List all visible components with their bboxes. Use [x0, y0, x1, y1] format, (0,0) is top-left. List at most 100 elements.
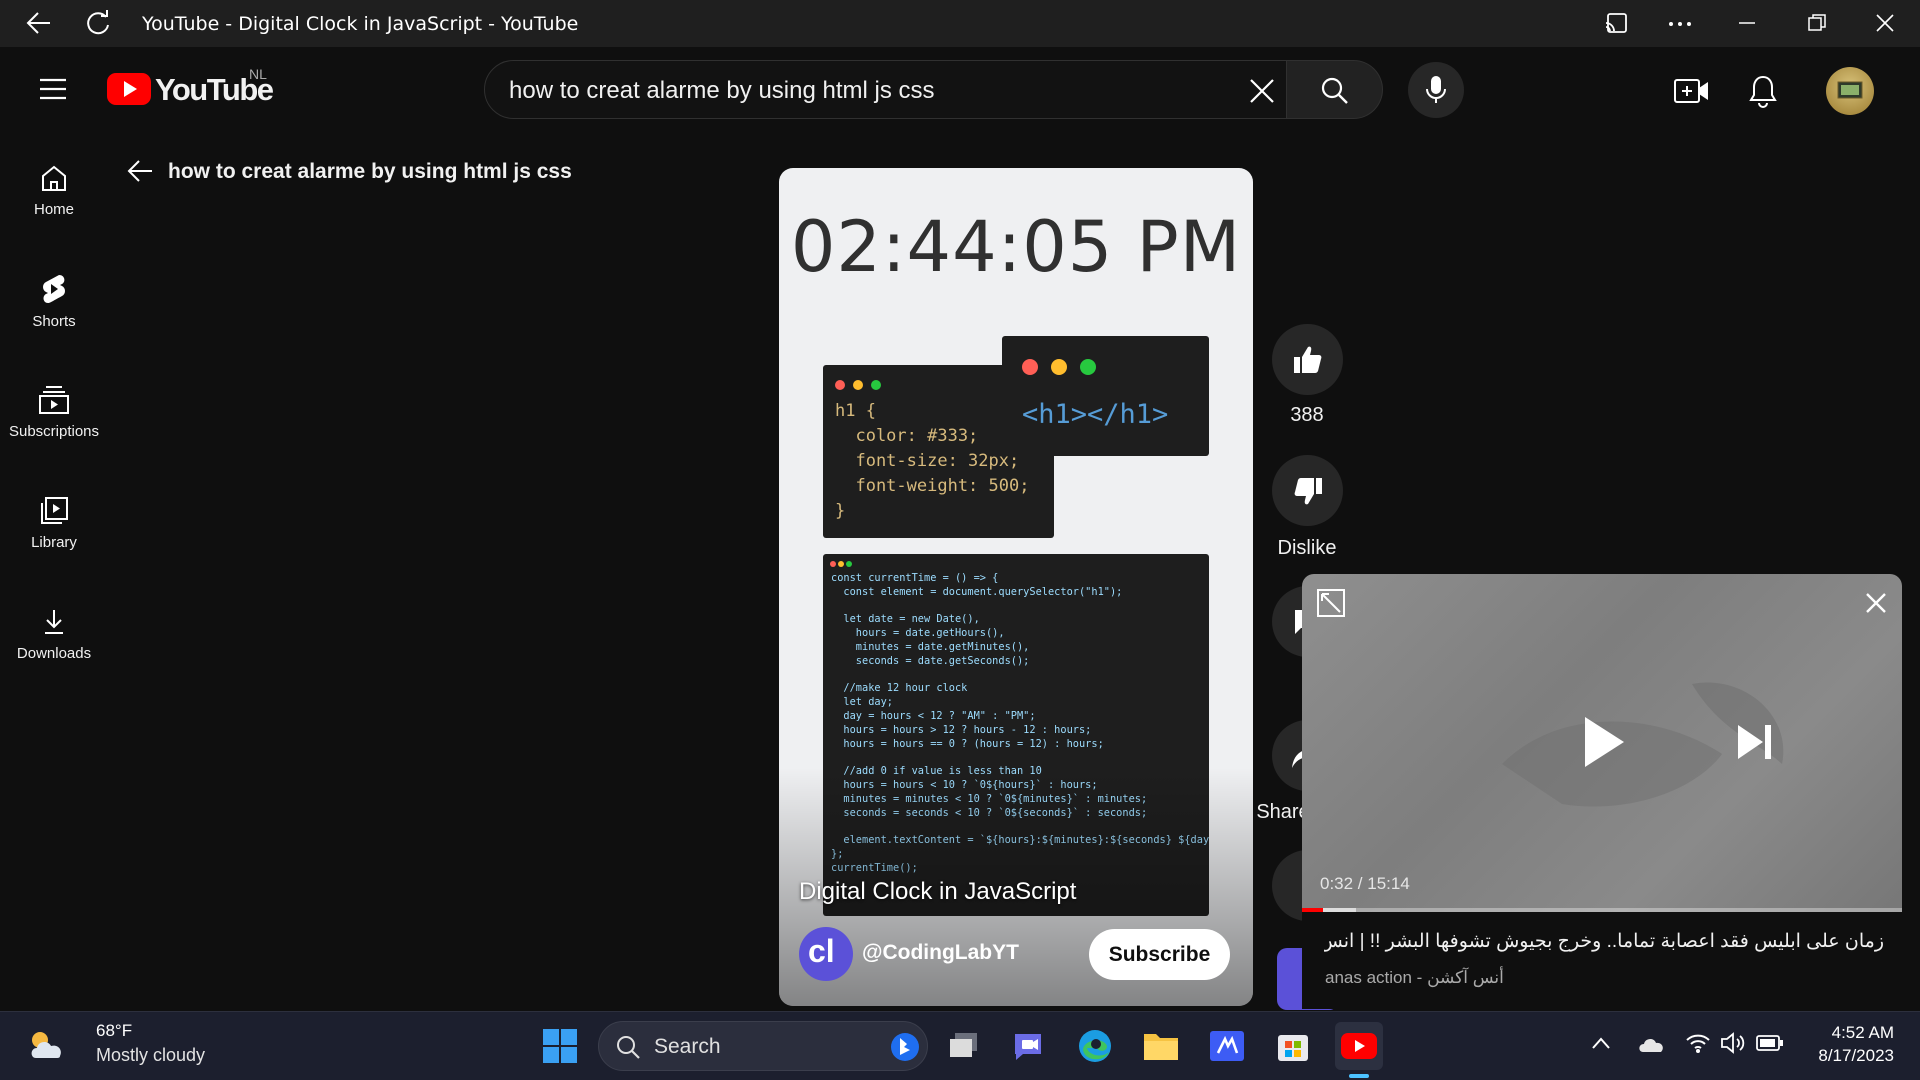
minimize-icon[interactable]: [1735, 11, 1759, 35]
masthead: YouTube NL how to creat alarme by using …: [0, 47, 1920, 133]
miniplayer-video[interactable]: 0:32 / 15:14: [1302, 574, 1902, 912]
bing-icon: [891, 1033, 919, 1061]
like-count: 388: [1290, 404, 1324, 426]
youtube-taskbar-button[interactable]: [1335, 1022, 1383, 1078]
weather-widget[interactable]: 68°F Mostly cloudy: [20, 1012, 240, 1080]
miniplayer-play-icon[interactable]: [1581, 714, 1627, 770]
window-dot-green: [846, 561, 852, 567]
sidebar-item-label: Library: [31, 534, 77, 551]
download-icon: [45, 610, 63, 634]
taskbar-search-icon: [617, 1036, 640, 1059]
taskbar-search-label: Search: [654, 1035, 721, 1058]
weather-condition: Mostly cloudy: [96, 1045, 206, 1065]
home-icon: [42, 165, 66, 191]
channel-name[interactable]: @CodingLabYT: [862, 941, 1019, 965]
region-code: NL: [249, 66, 267, 82]
channel-avatar-text: cl: [808, 933, 835, 969]
channel-avatar[interactable]: cl: [799, 927, 853, 981]
teams-chat-icon: [1015, 1034, 1041, 1060]
miniplayer-time: 0:32 / 15:14: [1320, 874, 1410, 893]
window-title: YouTube - Digital Clock in JavaScript - …: [142, 13, 579, 35]
youtube-logo[interactable]: YouTube NL: [107, 66, 277, 111]
restore-icon[interactable]: [1805, 11, 1829, 35]
sidebar-item-label: Home: [33, 201, 74, 218]
window-dot-red: [835, 380, 845, 390]
back-to-results-arrow-icon[interactable]: [126, 158, 154, 184]
library-icon: [41, 497, 68, 524]
html-code-text: <h1></h1>: [1022, 399, 1169, 430]
show-hidden-icons-chevron-icon[interactable]: [1591, 1036, 1611, 1050]
battery-icon[interactable]: [1756, 1034, 1784, 1052]
task-view-button[interactable]: [940, 1022, 988, 1070]
thumbs-down-icon: [1294, 478, 1322, 505]
window-dot-green: [1080, 359, 1096, 375]
edge-browser-button[interactable]: [1071, 1022, 1119, 1070]
miniplayer-next-icon[interactable]: [1735, 722, 1775, 762]
sidebar-item-shorts[interactable]: Shorts: [0, 273, 108, 330]
teams-chat-button[interactable]: [1005, 1022, 1053, 1070]
window-dot-yellow: [853, 380, 863, 390]
window-dot-red: [1022, 359, 1038, 375]
taskbar-date: 8/17/2023: [1818, 1046, 1894, 1065]
refresh-icon[interactable]: [84, 9, 112, 37]
close-window-icon[interactable]: [1873, 11, 1897, 35]
onedrive-icon[interactable]: [1637, 1034, 1665, 1054]
search-button[interactable]: [1287, 60, 1383, 119]
search-icon: [1321, 77, 1348, 104]
miniplayer-progress-bar[interactable]: [1302, 908, 1902, 912]
create-video-icon[interactable]: [1674, 77, 1710, 105]
visual-studio-button[interactable]: [1203, 1022, 1251, 1070]
sidebar-item-subscriptions[interactable]: Subscriptions: [0, 385, 108, 440]
taskbar-clock[interactable]: 4:52 AM 8/17/2023: [1818, 1021, 1894, 1067]
window-dot-yellow: [1051, 359, 1067, 375]
weather-temperature: 68°F: [96, 1021, 133, 1040]
miniplayer-channel-name[interactable]: anas action - أنس آكشن: [1325, 968, 1504, 988]
window-dot-red: [830, 561, 836, 567]
shorts-icon: [43, 275, 65, 303]
notifications-bell-icon[interactable]: [1748, 74, 1778, 108]
back-arrow-icon[interactable]: [24, 10, 52, 36]
volume-icon[interactable]: [1720, 1031, 1746, 1055]
windows-taskbar: 68°F Mostly cloudy Search 4:52 AM 8/17/2…: [0, 1011, 1920, 1080]
wifi-icon[interactable]: [1685, 1032, 1711, 1054]
cast-icon[interactable]: [1603, 11, 1629, 37]
voice-search-button[interactable]: [1408, 62, 1464, 118]
subscriptions-icon: [39, 386, 69, 414]
thumbs-up-icon: [1294, 346, 1322, 373]
search-input[interactable]: how to creat alarme by using html js css: [484, 60, 1287, 119]
active-app-indicator: [1349, 1074, 1369, 1078]
taskbar-time: 4:52 AM: [1831, 1023, 1894, 1042]
store-icon: [1278, 1035, 1308, 1061]
task-view-icon: [950, 1033, 977, 1057]
taskbar-search[interactable]: Search: [598, 1021, 928, 1071]
menu-icon[interactable]: [38, 77, 68, 101]
close-miniplayer-icon[interactable]: [1865, 592, 1887, 614]
windows-start-button[interactable]: [536, 1022, 584, 1070]
account-avatar[interactable]: [1826, 67, 1874, 115]
css-code-text: h1 { color: #333; font-size: 32px; font-…: [835, 401, 1030, 521]
like-button[interactable]: [1272, 324, 1343, 395]
search-query-title: how to creat alarme by using html js css: [168, 160, 572, 183]
folder-icon: [1144, 1034, 1178, 1060]
clear-search-icon[interactable]: [1248, 77, 1276, 105]
sidebar-item-downloads[interactable]: Downloads: [0, 607, 108, 662]
search-input-value: how to creat alarme by using html js css: [509, 77, 935, 104]
shorts-video-player[interactable]: 02:44:05 PM h1 { color: #333; font-size:…: [779, 168, 1253, 1006]
sidebar-item-home[interactable]: Home: [0, 163, 108, 218]
short-video-title[interactable]: Digital Clock in JavaScript: [799, 878, 1076, 906]
dislike-label: Dislike: [1277, 537, 1337, 559]
youtube-play-logo-icon: [107, 73, 151, 105]
html-code-window: <h1></h1>: [1002, 336, 1209, 456]
miniplayer[interactable]: 0:32 / 15:14 زمان على ابليس فقد اعصابة ت…: [1302, 574, 1902, 1009]
subscribe-button[interactable]: Subscribe: [1089, 929, 1230, 980]
sidebar-item-library[interactable]: Library: [0, 496, 108, 551]
more-options-icon[interactable]: [1665, 11, 1695, 37]
edge-icon: [1079, 1030, 1111, 1062]
microsoft-store-button[interactable]: [1269, 1022, 1317, 1070]
file-explorer-button[interactable]: [1137, 1022, 1185, 1070]
dislike-button[interactable]: [1272, 455, 1343, 526]
cloudy-weather-icon: [31, 1032, 61, 1058]
expand-miniplayer-icon[interactable]: [1316, 588, 1346, 618]
youtube-app-icon: [1341, 1033, 1377, 1059]
miniplayer-video-title[interactable]: زمان على ابليس فقد اعصابة تماما.. وخرج ب…: [1324, 930, 1884, 953]
